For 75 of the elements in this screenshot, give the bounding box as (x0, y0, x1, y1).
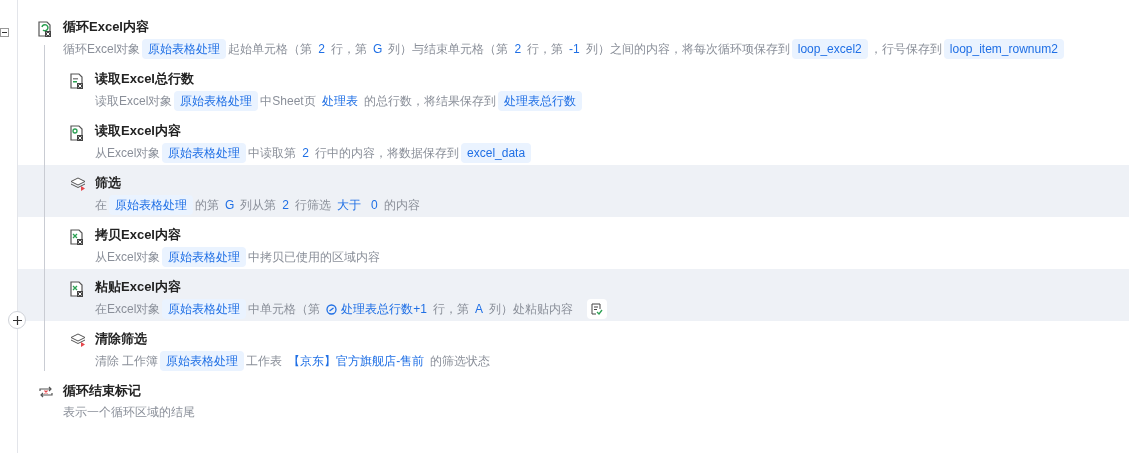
parameter-value: 2 (301, 145, 311, 162)
variable-tag: 原始表格处理 (162, 247, 247, 267)
description-text: 在 (95, 197, 107, 214)
step-row-highlighted[interactable]: 粘贴Excel内容 在Excel对象 原始表格处理 中单元格（第 处理表总行数+1 行，第 A 列）处粘贴内容 (18, 269, 1129, 321)
parameter-value: 处理表 (320, 93, 359, 110)
description-text: 行，第 (331, 41, 368, 58)
parameter-value: G (224, 197, 236, 214)
description-text: 行中的内容，将数据保存到 (315, 145, 460, 162)
variable-tag: 原始表格处理 (162, 299, 247, 319)
description-text: 工作表 (246, 353, 283, 370)
variable-tag: 原始表格处理 (160, 351, 245, 371)
parameter-value: 处理表总行数+1 (341, 301, 428, 318)
step-title: 读取Excel内容 (95, 122, 182, 140)
description-text: ，行号保存到 (869, 41, 942, 58)
description-text: 列）与结束单元格（第 (388, 41, 509, 58)
parameter-value: G (372, 41, 384, 58)
description-text: 行筛选 (295, 197, 332, 214)
description-text: 清除 工作簿 (95, 353, 159, 370)
layers-icon (70, 333, 86, 347)
variable-tag: loop_item_rownum2 (943, 39, 1064, 59)
variable-tag: 原始表格处理 (162, 143, 247, 163)
variable-tag: 处理表总行数 (497, 91, 582, 111)
layers-icon (70, 177, 86, 191)
parameter-value: 0 (370, 197, 379, 214)
description-text: 列）之间的内容，将每次循环项保存到 (585, 41, 790, 58)
description-text: 表示一个循环区域的结尾 (63, 404, 195, 421)
description-text: 在Excel对象 (95, 301, 161, 318)
description-text: 中单元格（第 (248, 301, 321, 318)
description-text: 列）处粘贴内容 (489, 301, 574, 318)
description-text: 行，第 (433, 301, 470, 318)
variable-tag: excel_data (461, 143, 532, 163)
step-title: 粘贴Excel内容 (95, 278, 182, 296)
spreadsheet-count-icon (70, 73, 84, 89)
step-title: 筛选 (95, 174, 122, 192)
step-title: 读取Excel总行数 (95, 70, 195, 88)
loop-arrows-icon (38, 385, 54, 399)
description-text: 从Excel对象 (95, 249, 161, 266)
collapse-button[interactable] (0, 28, 9, 37)
parameter-value: -1 (568, 41, 581, 58)
parameter-value: 2 (317, 41, 327, 58)
description-text: 中拷贝已使用的区域内容 (248, 249, 381, 266)
check-list-button[interactable] (587, 299, 608, 319)
description-text: 的筛选状态 (430, 353, 491, 370)
parameter-value: 2 (281, 197, 291, 214)
description-text: 从Excel对象 (95, 145, 161, 162)
parameter-value: 2 (513, 41, 523, 58)
variable-tag: loop_excel2 (791, 39, 868, 59)
add-step-button[interactable] (8, 311, 26, 329)
step-row-highlighted[interactable]: 筛选 在 原始表格处理 的第 G 列从第 2 行筛选 大于 0 的内容 (18, 165, 1129, 217)
variable-icon (326, 303, 338, 315)
variable-tag: 原始表格处理 (174, 91, 259, 111)
step-title: 拷贝Excel内容 (95, 226, 182, 244)
step-title: 循环结束标记 (63, 382, 142, 400)
spreadsheet-loop-icon (38, 21, 52, 37)
step-title: 循环Excel内容 (63, 18, 150, 36)
description-text: 中Sheet页 (260, 93, 316, 110)
spreadsheet-read-icon (70, 125, 84, 141)
description-text: 行，第 (527, 41, 564, 58)
description-text: 的第 (195, 197, 219, 214)
step-title: 清除筛选 (95, 330, 148, 348)
description-text: 起始单元格（第 (228, 41, 313, 58)
spreadsheet-paste-icon (70, 281, 84, 297)
spreadsheet-copy-icon (70, 229, 84, 245)
description-text: 循环Excel对象 (63, 41, 141, 58)
parameter-value: 【京东】官方旗舰店-售前 (287, 353, 426, 370)
description-text: 中读取第 (248, 145, 297, 162)
variable-tag: 原始表格处理 (142, 39, 227, 59)
variable-tag: 原始表格处理 (109, 195, 193, 215)
description-text: 的总行数，将结果保存到 (363, 93, 496, 110)
parameter-value: 大于 (336, 197, 363, 214)
description-text: 列从第 (240, 197, 277, 214)
description-text: 读取Excel对象 (95, 93, 173, 110)
description-text: 的内容 (383, 197, 420, 214)
parameter-value: A (474, 301, 485, 318)
plus-icon (12, 315, 22, 325)
